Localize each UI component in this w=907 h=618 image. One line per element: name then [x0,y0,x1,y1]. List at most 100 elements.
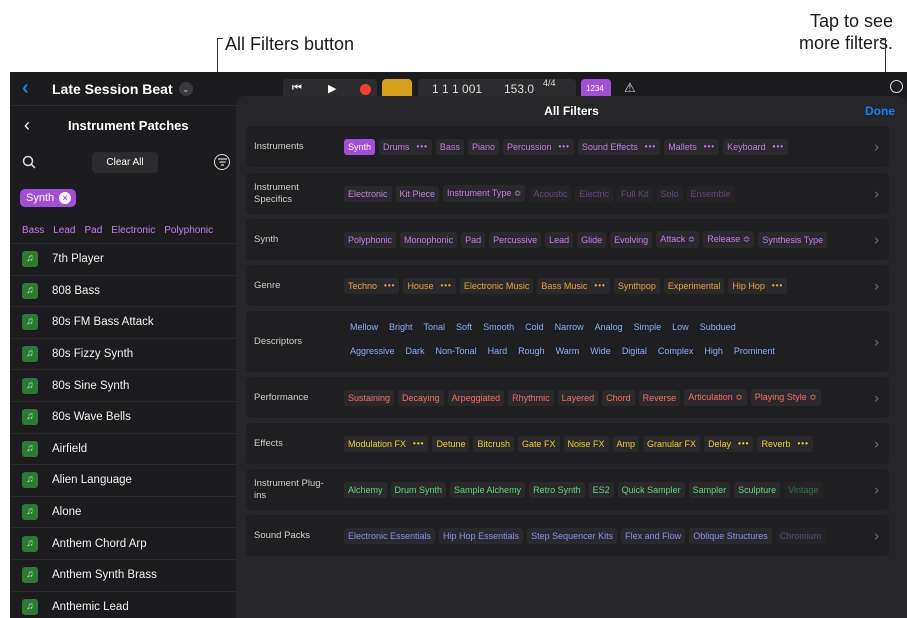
filter-chip[interactable]: Electronic Essentials [344,527,436,544]
suggested-tag[interactable]: Electronic [111,225,155,236]
filter-chip[interactable]: Acoustic [529,186,571,202]
clear-all-button[interactable]: Clear All [92,151,158,173]
filter-chip[interactable]: Lead [545,231,574,248]
patch-row[interactable]: ♫ Airfield [10,434,238,466]
filter-chip[interactable]: Cold [519,319,549,335]
search-icon[interactable] [22,155,36,169]
filter-chip[interactable]: Evolving [610,231,653,248]
filter-chip[interactable]: Decaying [398,389,444,406]
filter-chip[interactable]: Percussion ••• [502,138,574,155]
filter-chip[interactable]: Simple [628,319,667,335]
filter-chip[interactable]: Complex [652,343,699,359]
chevron-right-icon[interactable]: › [874,435,879,452]
filter-chip[interactable]: Piano [467,138,499,155]
more-options-icon[interactable]: ••• [384,281,395,290]
filter-chip[interactable]: Sample Alchemy [450,481,526,498]
chevron-right-icon[interactable]: › [874,138,879,155]
filter-chip[interactable]: Reverse [638,389,681,406]
back-icon[interactable]: ‹ [24,115,54,136]
filter-chip[interactable]: High [698,343,728,359]
filter-chip[interactable]: ES2 [588,481,614,498]
filter-chip[interactable]: Prominent [728,343,780,359]
filter-chip[interactable]: Instrument Type ≎ [443,185,526,202]
filter-chip[interactable]: Quick Sampler [617,481,685,498]
more-options-icon[interactable]: ••• [594,281,605,290]
play-icon[interactable]: ▶ [328,82,336,95]
filter-chip[interactable]: Rhythmic [508,389,554,406]
filter-chip[interactable]: Tonal [418,319,451,335]
more-options-icon[interactable]: ••• [559,142,570,151]
filter-chip[interactable]: Vintage [784,482,822,498]
filter-chip[interactable]: Arpeggiated [447,389,505,406]
filter-chip[interactable]: Sampler [688,481,731,498]
chevron-down-icon[interactable]: ⌄ [178,81,193,96]
filter-chip[interactable]: Sustaining [344,389,395,406]
metronome-icon[interactable]: ⚠ [624,80,636,96]
suggested-tag[interactable]: Lead [53,225,75,236]
more-options-icon[interactable]: ••• [413,439,424,448]
patch-row[interactable]: ♫ 80s Fizzy Synth [10,339,238,371]
filter-chip[interactable]: Solo [657,186,683,202]
filter-chip[interactable]: Analog [589,319,628,335]
filter-chip[interactable]: Reverb ••• [757,435,813,452]
filter-chip[interactable]: Articulation ≎ [684,389,747,406]
filter-chip[interactable]: Step Sequencer Kits [527,527,618,544]
more-options-icon[interactable]: ••• [772,281,783,290]
filter-chip[interactable]: Full Kit [617,186,653,202]
patch-row[interactable]: ♫ Alien Language [10,465,238,497]
patch-row[interactable]: ♫ Anthemic Lead [10,592,238,618]
patch-row[interactable]: ♫ 80s Wave Bells [10,402,238,434]
filter-chip[interactable]: Mallets ••• [664,138,720,155]
chevron-right-icon[interactable]: › [874,527,879,544]
filter-chip[interactable]: Non-Tonal [430,343,482,359]
filter-chip[interactable]: Granular FX [643,435,701,452]
filter-chip[interactable]: Sculpture [734,481,781,498]
record-icon[interactable] [360,84,371,95]
filter-chip[interactable]: Attack ≎ [656,231,700,248]
more-options-icon[interactable]: ••• [798,439,809,448]
filter-chip[interactable]: Flex and Flow [621,527,686,544]
filter-chip[interactable]: Ensemble [687,186,735,202]
filter-chip[interactable]: Digital [616,343,652,359]
filter-chip[interactable]: Keyboard ••• [723,138,789,155]
filter-chip[interactable]: Techno ••• [344,277,400,294]
filter-chip[interactable]: Subdued [694,319,741,335]
filter-chip[interactable]: Oblique Structures [689,527,772,544]
filter-chip[interactable]: Bass Music ••• [537,277,610,294]
filter-chip[interactable]: Soft [450,319,477,335]
project-title[interactable]: Late Session Beat [52,81,173,97]
filter-chip-active[interactable]: Synth [344,138,376,155]
back-chevron-icon[interactable]: ‹ [22,77,46,100]
filter-chip[interactable]: Glide [577,231,607,248]
filter-chip[interactable]: Experimental [663,277,725,294]
filter-chip[interactable]: Bright [383,319,418,335]
filter-chip[interactable]: Alchemy [344,481,387,498]
more-options-icon[interactable]: ••• [440,281,451,290]
more-options-icon[interactable]: ••• [704,142,715,151]
filter-chip[interactable]: Detune [432,435,470,452]
all-filters-icon[interactable] [214,154,230,170]
filter-chip[interactable]: Electronic Music [459,277,534,294]
filter-chip[interactable]: Kit Piece [395,185,440,202]
history-icon[interactable] [890,80,903,93]
filter-chip[interactable]: Electronic [344,185,392,202]
suggested-tag[interactable]: Bass [22,225,44,236]
more-options-icon[interactable]: ••• [738,439,749,448]
filter-chip[interactable]: House ••• [403,277,456,294]
patch-row[interactable]: ♫ 80s Sine Synth [10,370,238,402]
filter-chip[interactable]: Polyphonic [344,231,397,248]
remove-filter-icon[interactable]: × [59,192,72,204]
filter-chip[interactable]: Retro Synth [529,481,585,498]
chevron-right-icon[interactable]: › [874,333,879,350]
patch-row[interactable]: ♫ 7th Player [10,244,238,276]
chevron-right-icon[interactable]: › [874,277,879,294]
done-button[interactable]: Done [865,104,895,118]
rewind-icon[interactable]: ⏮ [292,82,302,95]
chevron-right-icon[interactable]: › [874,185,879,202]
filter-chip[interactable]: Mellow [344,319,383,335]
filter-chip[interactable]: Drum Synth [390,481,447,498]
filter-chip[interactable]: Playing Style ≎ [750,389,821,406]
more-options-icon[interactable]: ••• [773,142,784,151]
filter-chip[interactable]: Aggressive [344,343,400,359]
filter-chip[interactable]: Rough [512,343,550,359]
